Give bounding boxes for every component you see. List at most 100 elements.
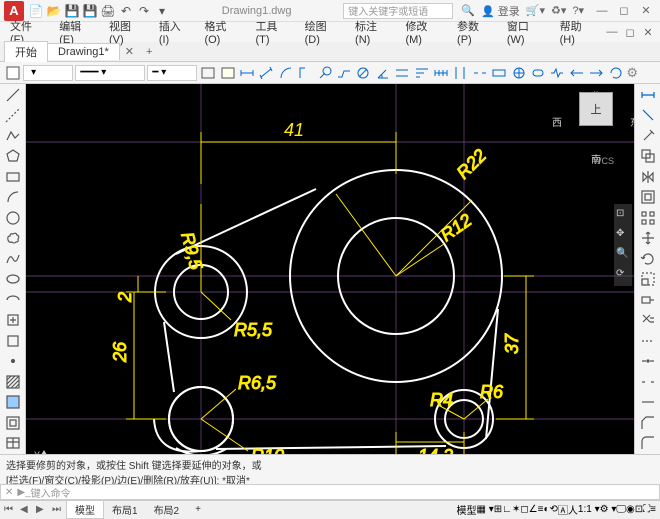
- ellipse-tool[interactable]: [3, 271, 23, 289]
- layout-1[interactable]: 布局1: [104, 501, 146, 518]
- color-icon[interactable]: [4, 64, 21, 82]
- nav-zoom-icon[interactable]: 🔍: [616, 248, 630, 262]
- mirror-tool[interactable]: [638, 168, 658, 186]
- toolbar-settings-icon[interactable]: ⚙: [626, 65, 656, 81]
- dim-radius-icon[interactable]: [316, 64, 333, 82]
- nav-orbit-icon[interactable]: ⟳: [616, 268, 630, 282]
- erase-tool[interactable]: [638, 127, 658, 145]
- circle-tool[interactable]: [3, 209, 23, 227]
- dim-space-icon[interactable]: [452, 64, 469, 82]
- offset-tool[interactable]: [638, 189, 658, 207]
- extend-tool[interactable]: [638, 332, 658, 350]
- gradient-tool[interactable]: [3, 394, 23, 412]
- menu-window[interactable]: 窗口(W): [501, 16, 552, 48]
- layout-add-icon[interactable]: +: [187, 503, 209, 516]
- dim-quick-icon[interactable]: [393, 64, 410, 82]
- polygon-tool[interactable]: [3, 148, 23, 166]
- move-tool[interactable]: [638, 230, 658, 248]
- mdi-minimize-icon[interactable]: —: [604, 25, 620, 39]
- viewcube[interactable]: 北 西 上 东 南: [566, 92, 626, 152]
- make-block-tool[interactable]: [3, 332, 23, 350]
- dim-edit-icon[interactable]: [568, 64, 585, 82]
- table-tool[interactable]: [3, 435, 23, 453]
- stretch-tool[interactable]: [638, 291, 658, 309]
- nav-pan-icon[interactable]: ✥: [616, 228, 630, 242]
- menu-draw[interactable]: 绘图(D): [299, 16, 347, 48]
- status-model[interactable]: 模型: [457, 502, 477, 517]
- tolerance-icon[interactable]: [491, 64, 508, 82]
- fillet-tool[interactable]: [638, 435, 658, 453]
- tab-close-icon[interactable]: ✕: [119, 43, 140, 60]
- hatch-tool[interactable]: [3, 373, 23, 391]
- dim-arc-icon[interactable]: [277, 64, 294, 82]
- dim-jogged-icon[interactable]: [335, 64, 352, 82]
- menu-format[interactable]: 格式(O): [198, 16, 247, 48]
- mdi-restore-icon[interactable]: ◻: [622, 25, 638, 39]
- insert-block-tool[interactable]: [3, 312, 23, 330]
- construction-line-tool[interactable]: [3, 107, 23, 125]
- tab-start[interactable]: 开始: [4, 41, 48, 62]
- lineweight-dropdown[interactable]: ━ ▾: [147, 65, 197, 81]
- ellipse-arc-tool[interactable]: [3, 291, 23, 309]
- nav-full-icon[interactable]: ⊡: [616, 208, 630, 222]
- dim-angular-icon[interactable]: [374, 64, 391, 82]
- break-tool[interactable]: [638, 373, 658, 391]
- dim-tedit-icon[interactable]: [588, 64, 605, 82]
- linetype-dropdown[interactable]: ━━━ ▾: [75, 65, 145, 81]
- dim-linear-icon[interactable]: [238, 64, 255, 82]
- spline-tool[interactable]: [3, 250, 23, 268]
- scale-tool[interactable]: [638, 271, 658, 289]
- dim-ordinate-icon[interactable]: [296, 64, 313, 82]
- array-tool[interactable]: [638, 209, 658, 227]
- menu-modify[interactable]: 修改(M): [399, 16, 449, 48]
- drawing-canvas[interactable]: R22 R12 R9,5 R5,5 R6,5 R10 R6 R4 26 2 37…: [26, 84, 634, 454]
- revision-cloud-tool[interactable]: [3, 230, 23, 248]
- dim-break-icon[interactable]: [471, 64, 488, 82]
- layout-model[interactable]: 模型: [66, 500, 104, 519]
- rotate-tool[interactable]: [638, 250, 658, 268]
- point-tool[interactable]: [3, 353, 23, 371]
- break-point-tool[interactable]: [638, 353, 658, 371]
- menu-dimension[interactable]: 标注(N): [349, 16, 397, 48]
- viewcube-top[interactable]: 上: [579, 92, 613, 126]
- layout-2[interactable]: 布局2: [146, 501, 188, 518]
- copy-tool[interactable]: [638, 148, 658, 166]
- menu-help[interactable]: 帮助(H): [554, 16, 602, 48]
- status-annoscale-icon[interactable]: 🄰: [558, 502, 568, 517]
- polyline-tool[interactable]: [3, 127, 23, 145]
- inspect-icon[interactable]: [529, 64, 546, 82]
- line-tool[interactable]: [3, 86, 23, 104]
- dim-baseline-icon[interactable]: [413, 64, 430, 82]
- tab-add-icon[interactable]: +: [140, 44, 158, 60]
- dim-r22: R22: [453, 145, 490, 182]
- jog-line-icon[interactable]: [549, 64, 566, 82]
- wcs-label[interactable]: WCS: [593, 156, 614, 166]
- trim-tool[interactable]: [638, 312, 658, 330]
- command-input[interactable]: ✕▶_ 键入命令: [0, 484, 660, 500]
- close-button[interactable]: ✕: [636, 4, 656, 18]
- status-annovisibility-icon[interactable]: 人: [568, 502, 578, 517]
- layer-states-icon[interactable]: [219, 64, 236, 82]
- dim-aligned-icon[interactable]: [258, 64, 275, 82]
- dim-update-icon[interactable]: [607, 64, 624, 82]
- document-title: Drawing1.dwg: [170, 5, 343, 17]
- rectangle-tool[interactable]: [3, 168, 23, 186]
- tab-drawing1[interactable]: Drawing1*: [47, 43, 120, 60]
- dim-diameter-icon[interactable]: [355, 64, 372, 82]
- dim-continue-icon[interactable]: [432, 64, 449, 82]
- menu-tools[interactable]: 工具(T): [249, 16, 296, 48]
- layer-props-icon[interactable]: [199, 64, 216, 82]
- mdi-close-icon[interactable]: ✕: [640, 25, 656, 39]
- menu-insert[interactable]: 插入(I): [153, 16, 197, 48]
- region-tool[interactable]: [3, 414, 23, 432]
- maximize-button[interactable]: ◻: [614, 4, 634, 18]
- arc-tool[interactable]: [3, 189, 23, 207]
- center-mark-icon[interactable]: [510, 64, 527, 82]
- dim-style-icon[interactable]: [638, 107, 658, 125]
- dim-r6: R6: [480, 382, 504, 402]
- layer-dropdown[interactable]: ▾: [23, 65, 73, 81]
- menu-parametric[interactable]: 参数(P): [451, 16, 499, 48]
- join-tool[interactable]: [638, 394, 658, 412]
- chamfer-tool[interactable]: [638, 414, 658, 432]
- dim-linear-icon-r[interactable]: [638, 86, 658, 104]
